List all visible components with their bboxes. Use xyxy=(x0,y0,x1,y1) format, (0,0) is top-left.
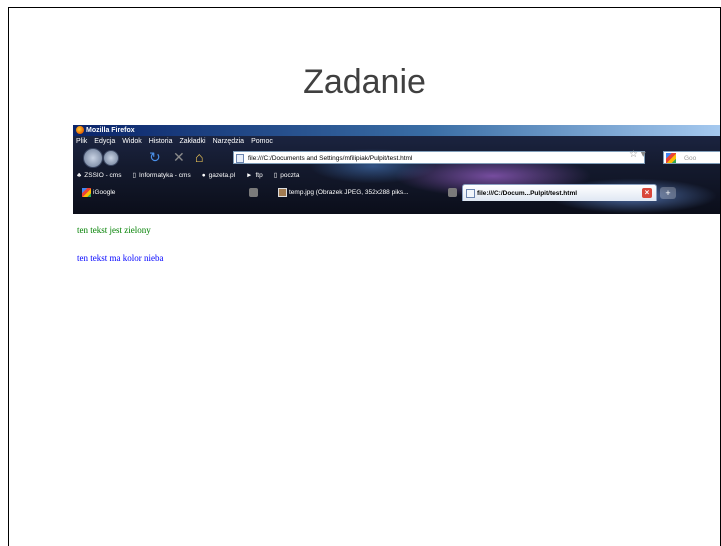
forward-button[interactable] xyxy=(103,150,119,166)
green-text-line: ten tekst jest zielony xyxy=(77,225,151,235)
bookmark-item[interactable]: ▯ Informatyka - cms xyxy=(132,169,190,183)
search-input[interactable]: Goo xyxy=(663,151,720,164)
gazeta-icon: ● xyxy=(201,172,206,179)
reload-icon[interactable]: ↻ xyxy=(149,149,161,165)
bookmark-item[interactable]: ▯ poczta xyxy=(274,169,300,183)
window-titlebar: Mozilla Firefox xyxy=(73,125,720,136)
folder-icon: ♣ xyxy=(77,172,82,179)
blue-text-line: ten tekst ma kolor nieba xyxy=(77,253,164,263)
address-url: file:///C:/Documents and Settings/mfilip… xyxy=(248,155,413,162)
menu-bar: Plik Edycja Widok Historia Zakładki Narzędzia… xyxy=(73,136,277,147)
menu-help[interactable]: Pomoc xyxy=(251,138,273,145)
tab-igoogle[interactable]: iGoogle xyxy=(79,184,262,201)
menu-view[interactable]: Widok xyxy=(122,138,141,145)
page-icon xyxy=(236,154,244,163)
address-bar[interactable]: file:///C:/Documents and Settings/mfilip… xyxy=(233,151,645,164)
slide: Zadanie Mozilla Firefox Plik Edycja Widok H… xyxy=(8,7,721,546)
page-icon: ▯ xyxy=(273,172,278,179)
close-tab-icon[interactable] xyxy=(448,188,457,197)
google-icon xyxy=(666,153,676,163)
slide-title: Zadanie xyxy=(303,63,426,101)
search-placeholder: Goo xyxy=(684,155,697,162)
menu-edit[interactable]: Edycja xyxy=(94,138,115,145)
menu-bookmarks[interactable]: Zakładki xyxy=(179,138,205,145)
tab-label: file:///C:/Docum...Pulpit/test.html xyxy=(477,190,578,197)
stop-icon[interactable]: ✕ xyxy=(173,149,185,165)
home-icon[interactable]: ⌂ xyxy=(195,149,203,165)
tab-label: temp.jpg (Obrazek JPEG, 352x288 piks... xyxy=(289,189,409,196)
menu-file[interactable]: Plik xyxy=(76,138,87,145)
bookmark-item[interactable]: ♣ ZSSIO - cms xyxy=(77,169,121,183)
menu-history[interactable]: Historia xyxy=(149,138,173,145)
back-button[interactable] xyxy=(83,148,103,168)
navigation-toolbar: ↻ ✕ ⌂ file:///C:/Documents and Settings/… xyxy=(73,148,720,168)
bookmarks-toolbar: ♣ ZSSIO - cms ▯ Informatyka - cms ● gazeta.pl… xyxy=(73,169,306,183)
page-icon xyxy=(466,189,475,198)
google-icon xyxy=(82,188,91,197)
bookmark-item[interactable]: ● gazeta.pl xyxy=(202,169,235,183)
tab-strip: iGoogle temp.jpg (Obrazek JPEG, 352x288 … xyxy=(73,184,720,201)
bookmark-star-icon[interactable]: ☆ ▾ xyxy=(629,148,646,161)
menu-tools[interactable]: Narzędzia xyxy=(213,138,245,145)
firefox-logo-icon xyxy=(76,126,84,135)
tab-test-html-active[interactable]: file:///C:/Docum...Pulpit/test.html × xyxy=(462,184,657,201)
new-tab-button[interactable]: + xyxy=(660,187,676,199)
window-title: Mozilla Firefox xyxy=(86,127,135,134)
bookmark-item[interactable]: ► ftp xyxy=(246,169,263,183)
tab-label: iGoogle xyxy=(93,189,116,196)
close-tab-icon[interactable] xyxy=(249,188,258,197)
browser-screenshot: Mozilla Firefox Plik Edycja Widok Historia Z… xyxy=(73,125,720,228)
page-icon: ▯ xyxy=(132,172,137,179)
tab-temp-jpg[interactable]: temp.jpg (Obrazek JPEG, 352x288 piks... xyxy=(275,184,461,201)
page-content-top xyxy=(73,214,720,228)
close-tab-icon[interactable]: × xyxy=(642,188,652,198)
image-icon xyxy=(278,188,287,197)
ftp-icon: ► xyxy=(246,172,253,179)
